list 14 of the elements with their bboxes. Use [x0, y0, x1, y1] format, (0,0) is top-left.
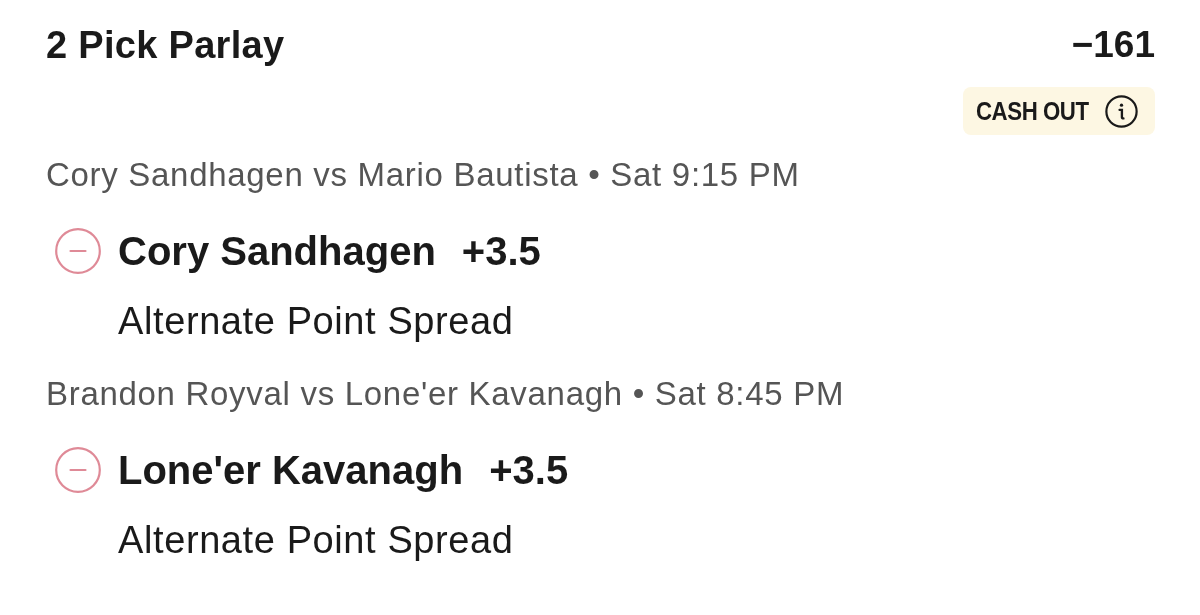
market-name: Alternate Point Spread — [118, 299, 515, 343]
event-info: Cory Sandhagen vs Mario Bautista • Sat 9:15 PM — [46, 155, 801, 195]
pick-name: Lone'er Kavanagh — [118, 447, 464, 494]
market-name: Alternate Point Spread — [118, 518, 515, 562]
spread-line: +3.5 — [489, 447, 569, 494]
info-icon[interactable] — [1105, 94, 1138, 128]
spread-line: +3.5 — [461, 228, 541, 275]
bet-title: 2 Pick Parlay — [46, 23, 285, 68]
minus-circle-icon[interactable] — [55, 447, 101, 493]
event-info: Brandon Royval vs Lone'er Kavanagh • Sat 8:45 PM — [46, 374, 846, 414]
cash-out-button[interactable]: CASH OUT — [963, 87, 1155, 135]
pick-name: Cory Sandhagen — [118, 228, 436, 275]
odds-value: −161 — [1071, 23, 1155, 67]
minus-circle-icon[interactable] — [55, 228, 101, 274]
